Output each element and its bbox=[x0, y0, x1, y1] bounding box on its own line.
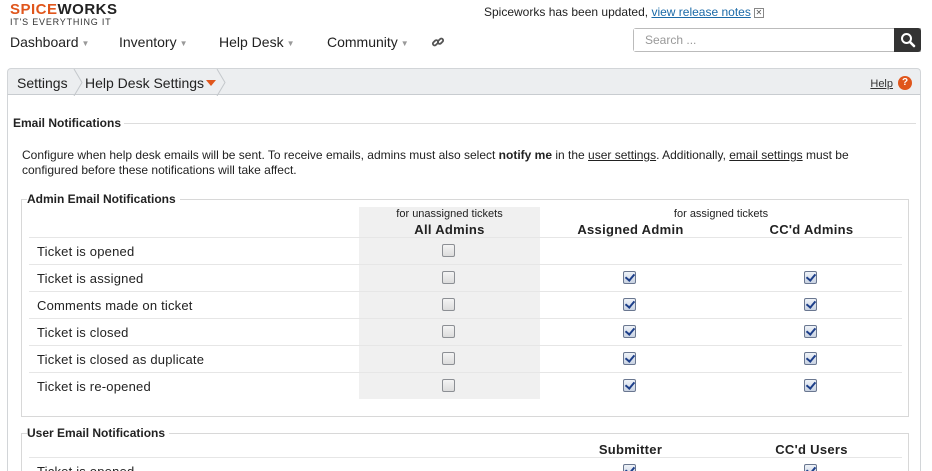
chevron-down-icon: ▼ bbox=[286, 38, 295, 48]
table-row: Ticket is closed bbox=[29, 318, 902, 345]
breadcrumb-settings[interactable]: Settings bbox=[17, 75, 68, 91]
link-icon[interactable] bbox=[431, 35, 445, 49]
checkbox-all-admins-ticket-is-opened[interactable] bbox=[442, 244, 455, 257]
checkbox-cc-d-admins-ticket-is-re-opened[interactable] bbox=[804, 379, 817, 392]
checkbox-cc-d-admins-ticket-is-closed-as-duplicate[interactable] bbox=[804, 352, 817, 365]
email-notifications-title: Email Notifications bbox=[13, 116, 122, 130]
table-row: Ticket is opened bbox=[29, 237, 902, 264]
help-link[interactable]: Help bbox=[870, 78, 893, 90]
breadcrumb: Settings Help Desk Settings Help ? bbox=[7, 68, 921, 96]
table-row: Ticket is opened bbox=[29, 457, 902, 471]
section-divider bbox=[124, 123, 916, 124]
row-label: Ticket is closed bbox=[37, 325, 129, 340]
checkbox-cc-d-admins-ticket-is-assigned[interactable] bbox=[804, 271, 817, 284]
nav-community[interactable]: Community ▼ bbox=[327, 34, 409, 50]
checkbox-assigned-admin-ticket-is-re-opened[interactable] bbox=[623, 379, 636, 392]
row-label: Ticket is re-opened bbox=[37, 379, 151, 394]
column-header-all-admins: All Admins bbox=[414, 222, 485, 237]
table-row: Comments made on ticket bbox=[29, 291, 902, 318]
checkbox-all-admins-ticket-is-assigned[interactable] bbox=[442, 271, 455, 284]
logo-tagline: IT'S EVERYTHING IT bbox=[10, 17, 112, 27]
checkbox-cc-d-admins-comments-made-on-ticket[interactable] bbox=[804, 298, 817, 311]
row-label: Ticket is closed as duplicate bbox=[37, 352, 205, 367]
chevron-down-icon: ▼ bbox=[179, 38, 188, 48]
checkbox-assigned-admin-comments-made-on-ticket[interactable] bbox=[623, 298, 636, 311]
email-settings-link[interactable]: email settings bbox=[729, 148, 802, 162]
breadcrumb-help-desk-settings[interactable]: Help Desk Settings bbox=[85, 75, 217, 91]
logo-works-text: WORKS bbox=[57, 1, 118, 18]
table-row: Ticket is closed as duplicate bbox=[29, 345, 902, 372]
table-row: Ticket is assigned bbox=[29, 264, 902, 291]
chevron-down-icon: ▼ bbox=[400, 38, 409, 48]
checkbox-cc-d-users-ticket-is-opened[interactable] bbox=[804, 464, 817, 471]
checkbox-assigned-admin-ticket-is-assigned[interactable] bbox=[623, 271, 636, 284]
column-header-ccd-admins: CC'd Admins bbox=[769, 222, 854, 237]
search-button[interactable] bbox=[894, 28, 921, 52]
search-box bbox=[633, 28, 921, 52]
row-label: Ticket is opened bbox=[37, 244, 135, 259]
breadcrumb-separator bbox=[216, 69, 226, 96]
search-icon bbox=[900, 33, 915, 48]
email-notifications-description: Configure when help desk emails will be … bbox=[22, 148, 849, 177]
row-label: Ticket is assigned bbox=[37, 271, 144, 286]
checkbox-assigned-admin-ticket-is-closed[interactable] bbox=[623, 325, 636, 338]
checkbox-assigned-admin-ticket-is-closed-as-duplicate[interactable] bbox=[623, 352, 636, 365]
user-settings-link[interactable]: user settings bbox=[588, 148, 656, 162]
assigned-tickets-label: for assigned tickets bbox=[673, 208, 769, 220]
admin-email-notifications-legend: Admin Email Notifications bbox=[27, 192, 180, 206]
help-icon[interactable]: ? bbox=[898, 76, 912, 90]
checkbox-submitter-ticket-is-opened[interactable] bbox=[623, 464, 636, 471]
release-notes-link[interactable]: view release notes bbox=[651, 5, 750, 19]
nav-inventory[interactable]: Inventory ▼ bbox=[119, 34, 188, 50]
close-icon[interactable]: ✕ bbox=[753, 7, 764, 18]
checkbox-all-admins-ticket-is-closed[interactable] bbox=[442, 325, 455, 338]
logo-spice-text: SPICE bbox=[10, 1, 58, 18]
checkbox-cc-d-admins-ticket-is-closed[interactable] bbox=[804, 325, 817, 338]
nav-dashboard[interactable]: Dashboard ▼ bbox=[10, 34, 89, 50]
chevron-down-icon: ▼ bbox=[81, 38, 90, 48]
column-header-assigned-admin: Assigned Admin bbox=[577, 222, 684, 237]
table-row: Ticket is re-opened bbox=[29, 372, 902, 399]
column-header-ccd-users: CC'd Users bbox=[775, 442, 848, 457]
dropdown-arrow-icon bbox=[206, 80, 217, 86]
nav-help-desk[interactable]: Help Desk ▼ bbox=[219, 34, 295, 50]
row-label: Ticket is opened bbox=[37, 464, 134, 471]
breadcrumb-separator bbox=[73, 69, 83, 96]
checkbox-all-admins-comments-made-on-ticket[interactable] bbox=[442, 298, 455, 311]
update-message: Spiceworks has been updated, bbox=[484, 5, 649, 19]
checkbox-all-admins-ticket-is-re-opened[interactable] bbox=[442, 379, 455, 392]
search-input[interactable] bbox=[634, 29, 894, 51]
column-header-submitter: Submitter bbox=[598, 442, 663, 457]
spiceworks-logo[interactable]: SPICEWORKS IT'S EVERYTHING IT bbox=[10, 2, 118, 27]
row-label: Comments made on ticket bbox=[37, 298, 193, 313]
update-notice: Spiceworks has been updated, view releas… bbox=[484, 5, 764, 19]
checkbox-all-admins-ticket-is-closed-as-duplicate[interactable] bbox=[442, 352, 455, 365]
unassigned-tickets-label: for unassigned tickets bbox=[396, 208, 503, 220]
user-email-notifications-legend: User Email Notifications bbox=[27, 426, 170, 440]
